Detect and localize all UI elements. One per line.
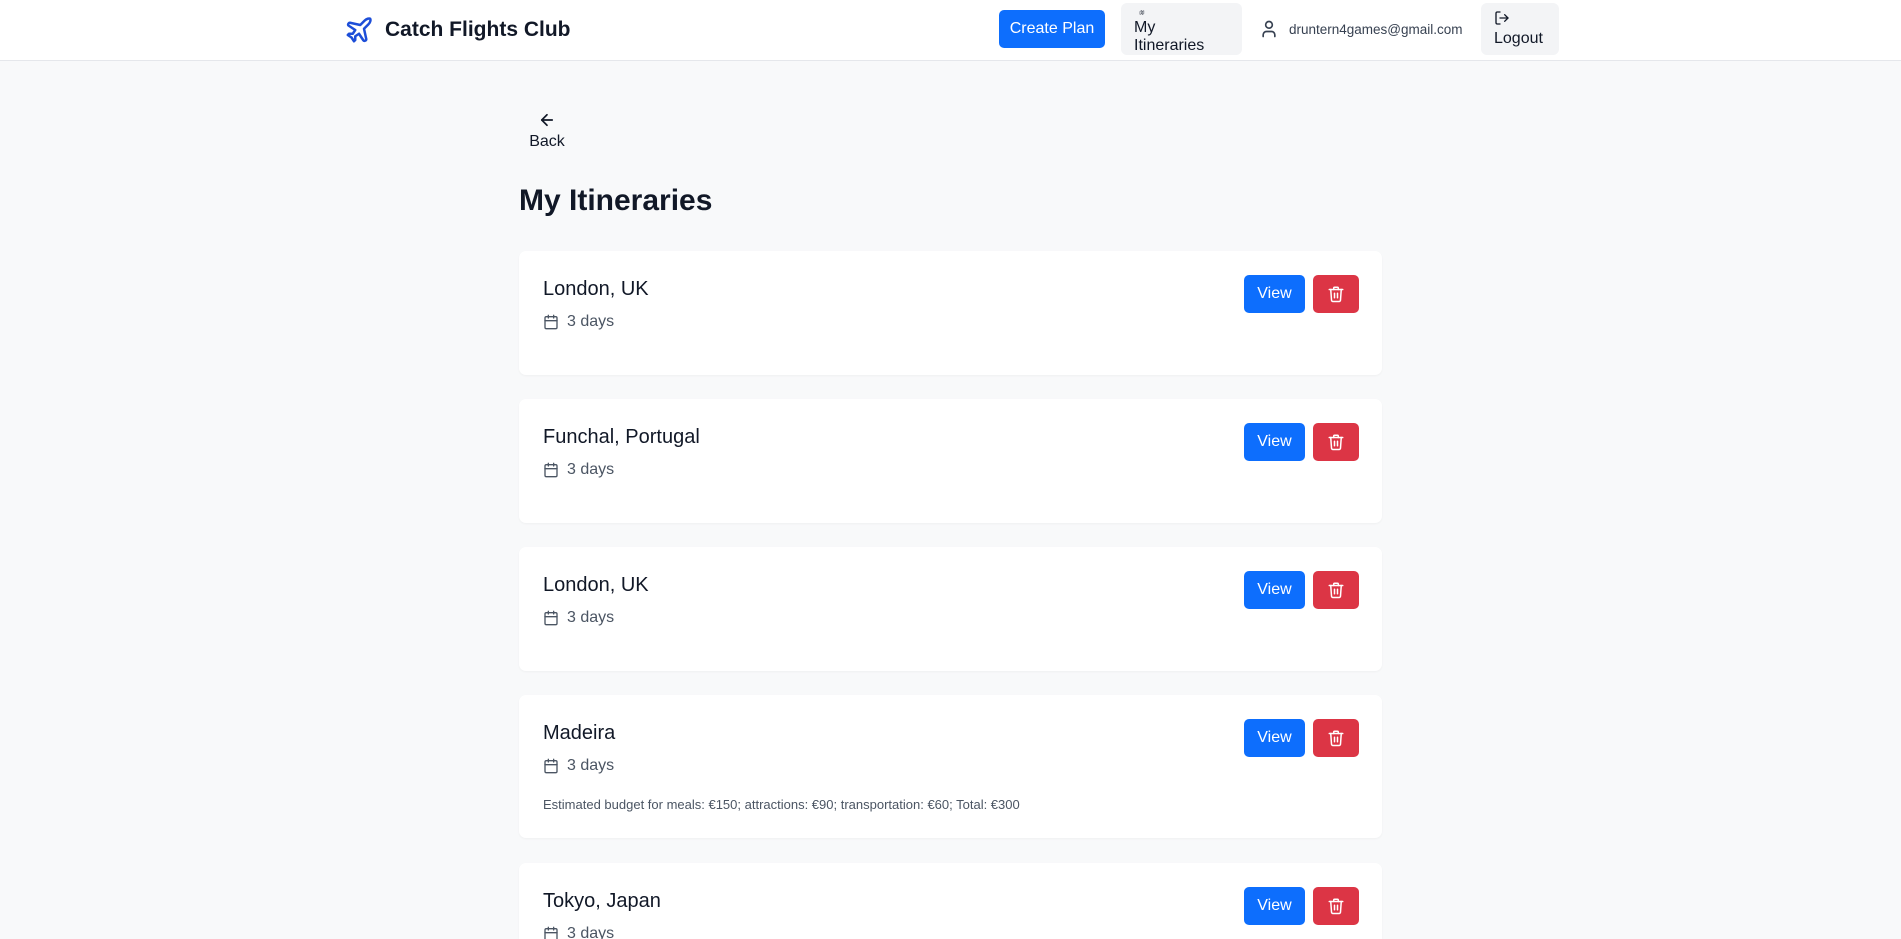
create-plan-button[interactable]: Create Plan bbox=[999, 10, 1105, 48]
calendar-icon bbox=[544, 314, 558, 330]
trash-icon bbox=[1328, 898, 1344, 915]
itinerary-card: London, UK 3 days View bbox=[519, 251, 1382, 375]
itinerary-duration: 3 days bbox=[543, 757, 614, 775]
page-title: My Itineraries bbox=[519, 184, 713, 217]
back-button[interactable]: Back bbox=[519, 111, 575, 163]
my-itineraries-label: My Itineraries bbox=[1134, 19, 1205, 54]
delete-button[interactable] bbox=[1313, 887, 1359, 925]
airplane-icon bbox=[346, 17, 372, 43]
calendar-icon bbox=[544, 926, 558, 939]
itinerary-duration-text: 3 days bbox=[567, 313, 615, 330]
calendar-icon bbox=[544, 462, 558, 478]
itinerary-duration: 3 days bbox=[543, 609, 614, 627]
view-button[interactable]: View bbox=[1244, 719, 1305, 757]
logout-button[interactable]: Logout bbox=[1481, 3, 1559, 55]
view-button[interactable]: View bbox=[1244, 423, 1305, 461]
itinerary-duration-text: 3 days bbox=[567, 757, 615, 774]
itinerary-duration-text: 3 days bbox=[567, 925, 615, 939]
itinerary-duration: 3 days bbox=[543, 313, 614, 331]
logout-label: Logout bbox=[1494, 30, 1543, 47]
itinerary-destination: Funchal, Portugal bbox=[543, 426, 700, 448]
itinerary-destination: Madeira bbox=[543, 722, 616, 744]
view-button[interactable]: View bbox=[1244, 571, 1305, 609]
trash-icon bbox=[1328, 434, 1344, 451]
brand-logo-link[interactable]: Catch Flights Club bbox=[344, 14, 571, 46]
itinerary-destination: Tokyo, Japan bbox=[543, 890, 661, 912]
trash-icon bbox=[1328, 730, 1344, 747]
map-icon bbox=[1139, 10, 1145, 15]
my-itineraries-nav-button[interactable]: My Itineraries bbox=[1121, 3, 1242, 55]
user-email: druntern4games@gmail.com bbox=[1289, 21, 1463, 37]
view-button[interactable]: View bbox=[1244, 887, 1305, 925]
trash-icon bbox=[1328, 582, 1344, 599]
itinerary-duration-text: 3 days bbox=[567, 609, 615, 626]
brand-name: Catch Flights Club bbox=[385, 18, 571, 41]
delete-button[interactable] bbox=[1313, 571, 1359, 609]
itinerary-card: Madeira 3 days Estimated budget for meal… bbox=[519, 695, 1382, 838]
delete-button[interactable] bbox=[1313, 719, 1359, 757]
calendar-icon bbox=[544, 610, 558, 626]
arrow-left-icon bbox=[540, 113, 554, 127]
calendar-icon bbox=[544, 758, 558, 774]
itinerary-budget-note: Estimated budget for meals: €150; attrac… bbox=[543, 797, 1020, 812]
delete-button[interactable] bbox=[1313, 275, 1359, 313]
itinerary-card: London, UK 3 days View bbox=[519, 547, 1382, 671]
itinerary-duration: 3 days bbox=[543, 461, 614, 479]
user-info: druntern4games@gmail.com bbox=[1259, 17, 1463, 41]
itinerary-duration-text: 3 days bbox=[567, 461, 615, 478]
user-icon bbox=[1262, 20, 1276, 38]
itinerary-destination: London, UK bbox=[543, 278, 649, 300]
logout-icon bbox=[1495, 11, 1509, 25]
itinerary-card: Tokyo, Japan 3 days View bbox=[519, 863, 1382, 939]
delete-button[interactable] bbox=[1313, 423, 1359, 461]
trash-icon bbox=[1328, 286, 1344, 303]
back-label: Back bbox=[529, 133, 565, 150]
view-button[interactable]: View bbox=[1244, 275, 1305, 313]
itinerary-destination: London, UK bbox=[543, 574, 649, 596]
top-navbar: Catch Flights Club Create Plan My Itiner… bbox=[0, 0, 1901, 61]
itinerary-duration: 3 days bbox=[543, 925, 614, 939]
itinerary-card: Funchal, Portugal 3 days View bbox=[519, 399, 1382, 523]
